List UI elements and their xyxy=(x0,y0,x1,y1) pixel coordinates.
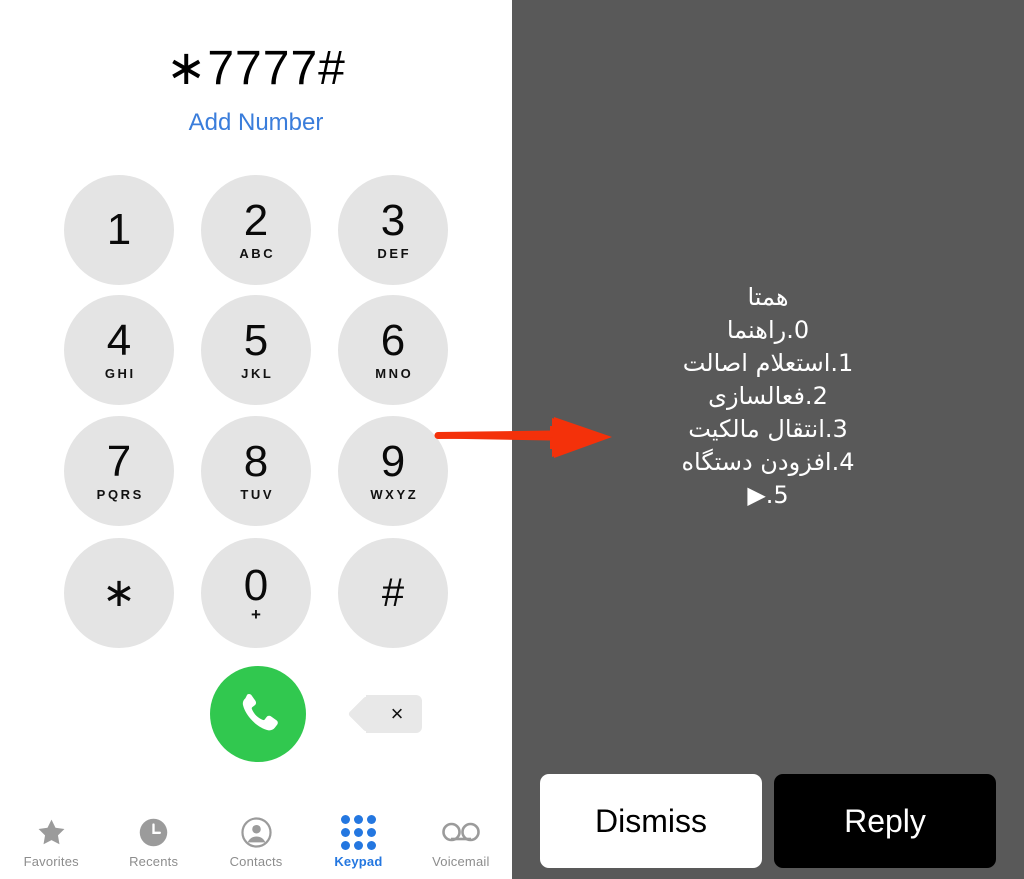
keypad-key-9-digit: 9 xyxy=(380,437,406,486)
ussd-menu-item-2: 2.فعالسازی xyxy=(708,382,828,410)
keypad-key-6-digit: 6 xyxy=(380,316,406,365)
dialed-number-display[interactable]: ∗7777# xyxy=(0,40,512,98)
keypad-key-2[interactable]: 2 ABC xyxy=(201,175,311,285)
phone-handset-icon xyxy=(234,690,282,738)
tab-recents[interactable]: Recents xyxy=(102,806,204,879)
tab-contacts-label: Contacts xyxy=(229,854,283,869)
ussd-menu-item-1: 1.استعلام اصالت xyxy=(682,349,854,377)
person-circle-icon xyxy=(240,814,273,850)
ussd-message-text: همتا 0.راهنما 1.استعلام اصالت 2.فعالسازی… xyxy=(512,281,1024,512)
call-button[interactable] xyxy=(210,666,306,762)
keypad-key-1[interactable]: 1 xyxy=(64,175,174,285)
backspace-icon: × xyxy=(366,695,422,733)
delete-backspace-button[interactable]: × xyxy=(366,694,422,734)
keypad-dot xyxy=(340,827,350,837)
keypad-grid: 1 2 ABC 3 DEF 4 GHI 5 JKL 6 MNO 7 PQRS 8… xyxy=(64,175,448,648)
reply-button[interactable]: Reply xyxy=(774,774,996,868)
ussd-dialog-panel: همتا 0.راهنما 1.استعلام اصالت 2.فعالسازی… xyxy=(512,0,1024,879)
keypad-key-star[interactable]: ∗ xyxy=(64,538,174,648)
phone-keypad-panel: ∗7777# Add Number 1 2 ABC 3 DEF 4 GHI 5 … xyxy=(0,0,512,879)
keypad-key-3-digit: 3 xyxy=(380,196,406,245)
keypad-key-8-letters: TUV xyxy=(240,487,275,502)
keypad-key-6[interactable]: 6 MNO xyxy=(338,295,448,405)
backspace-x-glyph: × xyxy=(390,701,404,726)
star-icon xyxy=(35,814,68,850)
ussd-message-line: همتا xyxy=(747,283,789,311)
ussd-menu-item-0: 0.راهنما xyxy=(726,316,810,344)
keypad-key-6-letters: MNO xyxy=(375,366,414,381)
tab-favorites[interactable]: Favorites xyxy=(0,806,102,879)
keypad-key-7-letters: PQRS xyxy=(96,487,144,502)
keypad-key-2-digit: 2 xyxy=(243,196,269,245)
tab-recents-label: Recents xyxy=(129,854,179,869)
keypad-key-5[interactable]: 5 JKL xyxy=(201,295,311,405)
keypad-dot xyxy=(340,814,350,824)
tab-favorites-label: Favorites xyxy=(23,854,79,869)
keypad-dot xyxy=(353,814,363,824)
keypad-key-0[interactable]: 0 + xyxy=(201,538,311,648)
tab-keypad[interactable]: Keypad xyxy=(307,806,409,879)
add-number-link[interactable]: Add Number xyxy=(0,108,512,138)
keypad-dot xyxy=(340,840,350,850)
keypad-key-4[interactable]: 4 GHI xyxy=(64,295,174,405)
keypad-key-7[interactable]: 7 PQRS xyxy=(64,416,174,526)
keypad-dot xyxy=(366,827,376,837)
tab-keypad-label: Keypad xyxy=(334,854,383,869)
ussd-menu-item-4: 4.افزودن دستگاه xyxy=(681,448,855,476)
ussd-action-bar: Dismiss Reply xyxy=(540,774,996,868)
keypad-key-hash[interactable]: # xyxy=(338,538,448,648)
voicemail-icon xyxy=(441,814,481,850)
keypad-key-star-digit: ∗ xyxy=(102,571,136,615)
keypad-dot xyxy=(366,840,376,850)
keypad-key-3-letters: DEF xyxy=(377,246,412,261)
keypad-key-5-letters: JKL xyxy=(241,366,274,381)
tab-voicemail[interactable]: Voicemail xyxy=(410,806,512,879)
keypad-dot xyxy=(366,814,376,824)
keypad-key-8-digit: 8 xyxy=(243,437,269,486)
keypad-key-2-letters: ABC xyxy=(239,246,276,261)
keypad-dot xyxy=(353,840,363,850)
clock-icon xyxy=(137,814,170,850)
keypad-key-8[interactable]: 8 TUV xyxy=(201,416,311,526)
keypad-key-9[interactable]: 9 WXYZ xyxy=(338,416,448,526)
ussd-menu-item-5: 5.▶ xyxy=(747,481,789,509)
keypad-key-hash-digit: # xyxy=(381,571,405,615)
tab-contacts[interactable]: Contacts xyxy=(205,806,307,879)
keypad-key-7-digit: 7 xyxy=(106,437,132,486)
tab-voicemail-label: Voicemail xyxy=(432,854,490,869)
keypad-key-0-digit: 0 xyxy=(243,561,269,610)
tab-bar: Favorites Recents Contacts Keypad Voicem… xyxy=(0,806,512,879)
keypad-key-4-digit: 4 xyxy=(106,316,132,365)
keypad-key-0-plus: + xyxy=(251,605,261,624)
keypad-key-9-letters: WXYZ xyxy=(370,487,419,502)
keypad-key-1-digit: 1 xyxy=(106,205,132,254)
ussd-menu-item-3: 3.انتقال مالکیت xyxy=(688,415,848,443)
keypad-key-3[interactable]: 3 DEF xyxy=(338,175,448,285)
keypad-dot xyxy=(353,827,363,837)
keypad-dots-grid xyxy=(340,814,376,850)
keypad-dots-icon xyxy=(340,814,376,850)
keypad-key-4-letters: GHI xyxy=(104,366,136,381)
dismiss-button[interactable]: Dismiss xyxy=(540,774,762,868)
keypad-key-5-digit: 5 xyxy=(243,316,269,365)
phone-ussd-screenshot: ∗7777# Add Number 1 2 ABC 3 DEF 4 GHI 5 … xyxy=(0,0,1024,879)
